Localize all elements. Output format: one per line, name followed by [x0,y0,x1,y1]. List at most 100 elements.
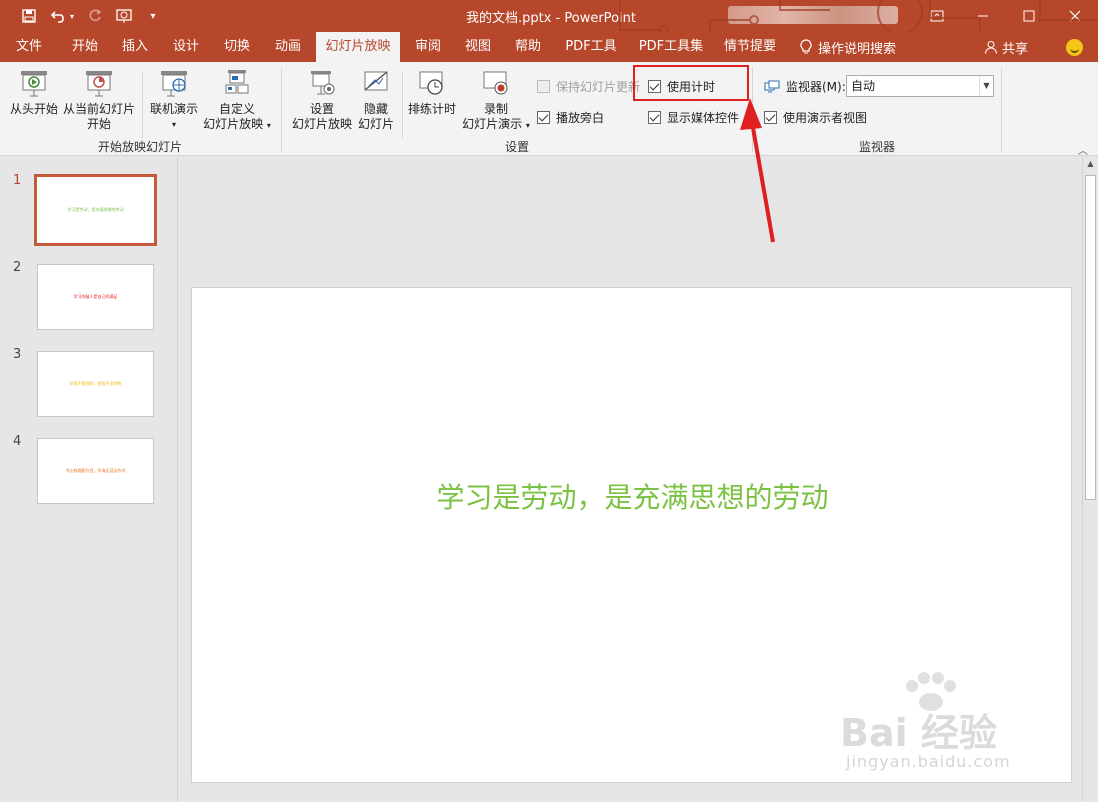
tab-design[interactable]: 设计 [163,32,209,62]
custom-slideshow-label-1: 自定义 [218,102,255,116]
tab-transitions[interactable]: 切换 [214,32,260,62]
tell-me-search[interactable]: 操作说明搜索 [800,32,896,62]
tell-me-label: 操作说明搜索 [818,41,897,57]
record-slideshow-button[interactable]: 录制 幻灯片演示 ▾ [458,68,534,133]
slideshow-current-icon [84,68,114,98]
hide-slide-icon [361,68,391,98]
setup-slideshow-label-1: 设置 [309,102,334,116]
thumbnail-text: 学习的敌人是自己的满足 [73,294,118,299]
present-online-icon [159,68,189,98]
maximize-icon[interactable] [1006,0,1052,32]
record-slideshow-label-1: 录制 [483,102,508,116]
chevron-down-icon: ▼ [979,76,993,96]
separator [402,72,403,138]
monitor-select-value: 自动 [851,79,876,93]
present-online-label: 联机演示 [149,102,198,116]
share-label: 共享 [1002,41,1029,57]
keep-slides-updated-checkbox: 保持幻灯片更新 [537,78,640,95]
monitor-group-label: 监视器 [858,140,895,154]
thumbnail-text: 学习是劳动，是充满思想的劳动 [67,207,124,212]
slide-thumbnails-pane: 1 学习是劳动，是充满思想的劳动 2 学习的敌人是自己的满足 3 学而不思则罔，… [0,157,178,802]
slide-number: 1 [13,173,22,188]
hide-slide-label-1: 隐藏 [363,102,388,116]
setup-slideshow-button[interactable]: 设置 幻灯片放映 [288,68,356,132]
present-online-button[interactable]: 联机演示 ▾ [146,68,202,132]
custom-slideshow-button[interactable]: 自定义 幻灯片放映 ▾ [200,68,274,133]
custom-slideshow-icon [222,68,252,98]
watermark-url: jingyan.baidu.com [846,752,1011,771]
ribbon-display-options-icon[interactable] [914,0,960,32]
rehearse-timings-icon [417,68,447,98]
rehearse-timings-button[interactable]: 排练计时 [406,68,458,117]
lightbulb-icon [800,39,812,54]
tab-view[interactable]: 视图 [455,32,501,62]
slide-thumbnail-4[interactable]: 书山有路勤为径，学海无涯苦作舟 [37,438,154,504]
slideshow-start-icon [19,68,49,98]
slide-thumbnail-3[interactable]: 学而不思则罔，思而不学则殆 [37,351,154,417]
slide-text[interactable]: 学习是劳动，是充满思想的劳动 [192,476,1073,516]
tab-pdf-toolset[interactable]: PDF工具集 [636,32,706,62]
watermark-main: Bai 经验 [840,711,997,755]
vertical-scrollbar[interactable]: ▲ [1082,157,1098,802]
title-bar: ▾ ▾ 我的文档.pptx - PowerPoint [0,0,1098,32]
show-media-controls-label: 显示媒体控件 [667,111,740,125]
tab-animations[interactable]: 动画 [265,32,311,62]
tab-storyboard[interactable]: 情节提要 [720,32,780,62]
window-title: 我的文档.pptx - PowerPoint [466,11,636,26]
monitor-select[interactable]: 自动 ▼ [846,75,994,97]
undo-dropdown-icon[interactable]: ▾ [66,4,78,28]
thumbnail-text: 书山有路勤为径，学海无涯苦作舟 [65,468,126,473]
from-beginning-button[interactable]: 从头开始 [8,68,60,117]
record-slideshow-label-2: 幻灯片演示 ▾ [462,117,530,131]
feedback-smiley-icon[interactable] [1066,39,1083,56]
rehearse-timings-label: 排练计时 [407,102,456,116]
tab-file[interactable]: 文件 [6,32,52,62]
tab-insert[interactable]: 插入 [112,32,158,62]
collapse-ribbon-icon[interactable]: ︿ [1078,142,1088,157]
scroll-up-icon[interactable]: ▲ [1083,159,1098,173]
record-slideshow-icon [481,68,511,98]
redo-icon[interactable] [82,4,108,28]
from-current-label-2: 开始 [86,117,111,131]
tab-home[interactable]: 开始 [62,32,108,62]
checkbox-box [537,80,550,93]
hide-slide-label-2: 幻灯片 [357,117,394,131]
checkbox-box [537,111,550,124]
keep-slides-updated-label: 保持幻灯片更新 [556,80,641,94]
play-narrations-checkbox[interactable]: 播放旁白 [537,109,604,126]
setup-slideshow-icon [307,68,337,98]
slide-number: 2 [13,260,22,275]
custom-slideshow-label-2: 幻灯片放映 ▾ [203,117,271,131]
from-current-label-1: 从当前幻灯片 [62,102,135,116]
ribbon: 从头开始 从当前幻灯片 开始 联机演示 ▾ 自定义 幻灯片放映 ▾ 开始放映幻灯… [0,62,1098,157]
scrollbar-thumb[interactable] [1085,175,1096,500]
customize-qat-icon[interactable]: ▾ [140,4,166,28]
group-separator [1001,68,1002,152]
share-button[interactable]: 共享 [984,32,1028,62]
start-group-label: 开始放映幻灯片 [97,140,182,154]
tab-help[interactable]: 帮助 [505,32,551,62]
minimize-icon[interactable] [960,0,1006,32]
tab-slide-show[interactable]: 幻灯片放映 [316,32,400,62]
hide-slide-button[interactable]: 隐藏 幻灯片 [354,68,398,132]
from-beginning-icon[interactable] [112,4,138,28]
separator [142,72,143,138]
slide-number: 3 [13,347,22,362]
account-name-blurred[interactable] [728,6,898,24]
slide-thumbnail-1[interactable]: 学习是劳动，是充满思想的劳动 [34,174,157,246]
ribbon-tabs: 文件 开始 插入 设计 切换 动画 幻灯片放映 审阅 视图 帮助 PDF工具 P… [0,32,1098,62]
close-icon[interactable] [1052,0,1098,32]
from-beginning-label: 从头开始 [9,102,58,116]
play-narrations-label: 播放旁白 [556,111,605,125]
tab-review[interactable]: 审阅 [405,32,451,62]
watermark: Bai 经验 jingyan.baidu.com [840,672,1050,780]
person-icon [985,41,997,54]
slide-number: 4 [13,434,22,449]
tab-pdf-tools[interactable]: PDF工具 [562,32,620,62]
slide-thumbnail-2[interactable]: 学习的敌人是自己的满足 [37,264,154,330]
show-media-controls-checkbox[interactable]: 显示媒体控件 [648,109,739,126]
annotation-arrow [740,98,775,243]
from-current-button[interactable]: 从当前幻灯片 开始 [62,68,136,132]
save-icon[interactable] [16,4,42,28]
setup-group-label: 设置 [504,140,529,154]
